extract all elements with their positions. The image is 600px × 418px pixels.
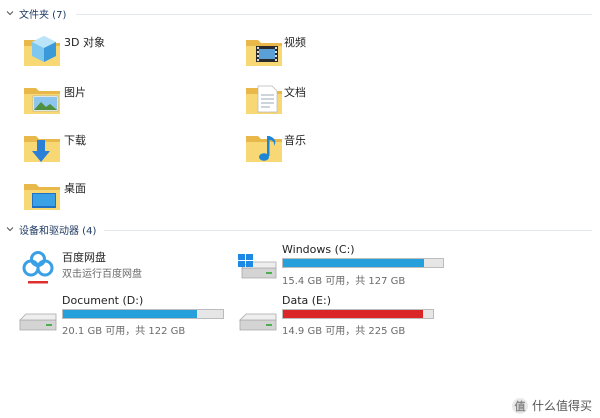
- folder-label: 下载: [64, 134, 86, 147]
- drive-name: Data (E:): [282, 294, 332, 307]
- folder-label: 视频: [284, 36, 306, 49]
- video-folder-icon: [246, 40, 282, 66]
- watermark: 值 什么值得买: [511, 397, 592, 414]
- folder-label: 文档: [284, 86, 306, 99]
- drives-group-title: 设备和驱动器 (4): [19, 225, 97, 237]
- pictures-folder-icon: [24, 88, 60, 114]
- downloads-folder-icon: [24, 136, 60, 162]
- drive-name: 百度网盘: [62, 251, 106, 264]
- folder-label: 音乐: [284, 134, 306, 147]
- drive-capacity-fill: [63, 310, 197, 318]
- drive-subtitle: 20.1 GB 可用，共 122 GB: [62, 326, 186, 337]
- chevron-down-icon[interactable]: [6, 225, 14, 233]
- hard-drive-icon: [19, 313, 57, 331]
- drive-subtitle: 14.9 GB 可用，共 225 GB: [282, 326, 406, 337]
- watermark-text: 什么值得买: [531, 399, 592, 413]
- drive-subtitle: 双击运行百度网盘: [62, 269, 142, 280]
- drive-capacity-bar: [282, 309, 434, 319]
- baidu-netdisk-icon: [22, 251, 54, 284]
- watermark-logo-icon: 值: [511, 397, 528, 414]
- drives-group-header[interactable]: 设备和驱动器 (4): [6, 222, 97, 237]
- drive-capacity-bar: [62, 309, 224, 319]
- drives-group-divider: [104, 230, 592, 231]
- chevron-down-icon[interactable]: [6, 9, 14, 17]
- drive-capacity-fill: [283, 310, 424, 318]
- folders-group-header[interactable]: 文件夹 (7): [6, 6, 67, 21]
- windows-drive-icon: [238, 254, 277, 279]
- drive-capacity-bar: [282, 258, 444, 268]
- 3d-objects-icon: [24, 36, 60, 66]
- folder-label: 3D 对象: [64, 36, 105, 49]
- drive-subtitle: 15.4 GB 可用，共 127 GB: [282, 276, 406, 287]
- drive-capacity-fill: [283, 259, 424, 267]
- hard-drive-icon: [239, 313, 277, 331]
- folders-group-title: 文件夹 (7): [19, 9, 67, 21]
- drive-name: Document (D:): [62, 294, 144, 307]
- music-folder-icon: [246, 136, 282, 162]
- documents-folder-icon: [246, 85, 282, 114]
- folders-group-divider: [76, 14, 592, 15]
- drive-name: Windows (C:): [282, 243, 355, 256]
- folder-label: 图片: [64, 86, 86, 99]
- desktop-folder-icon: [24, 184, 60, 210]
- folder-label: 桌面: [64, 182, 86, 195]
